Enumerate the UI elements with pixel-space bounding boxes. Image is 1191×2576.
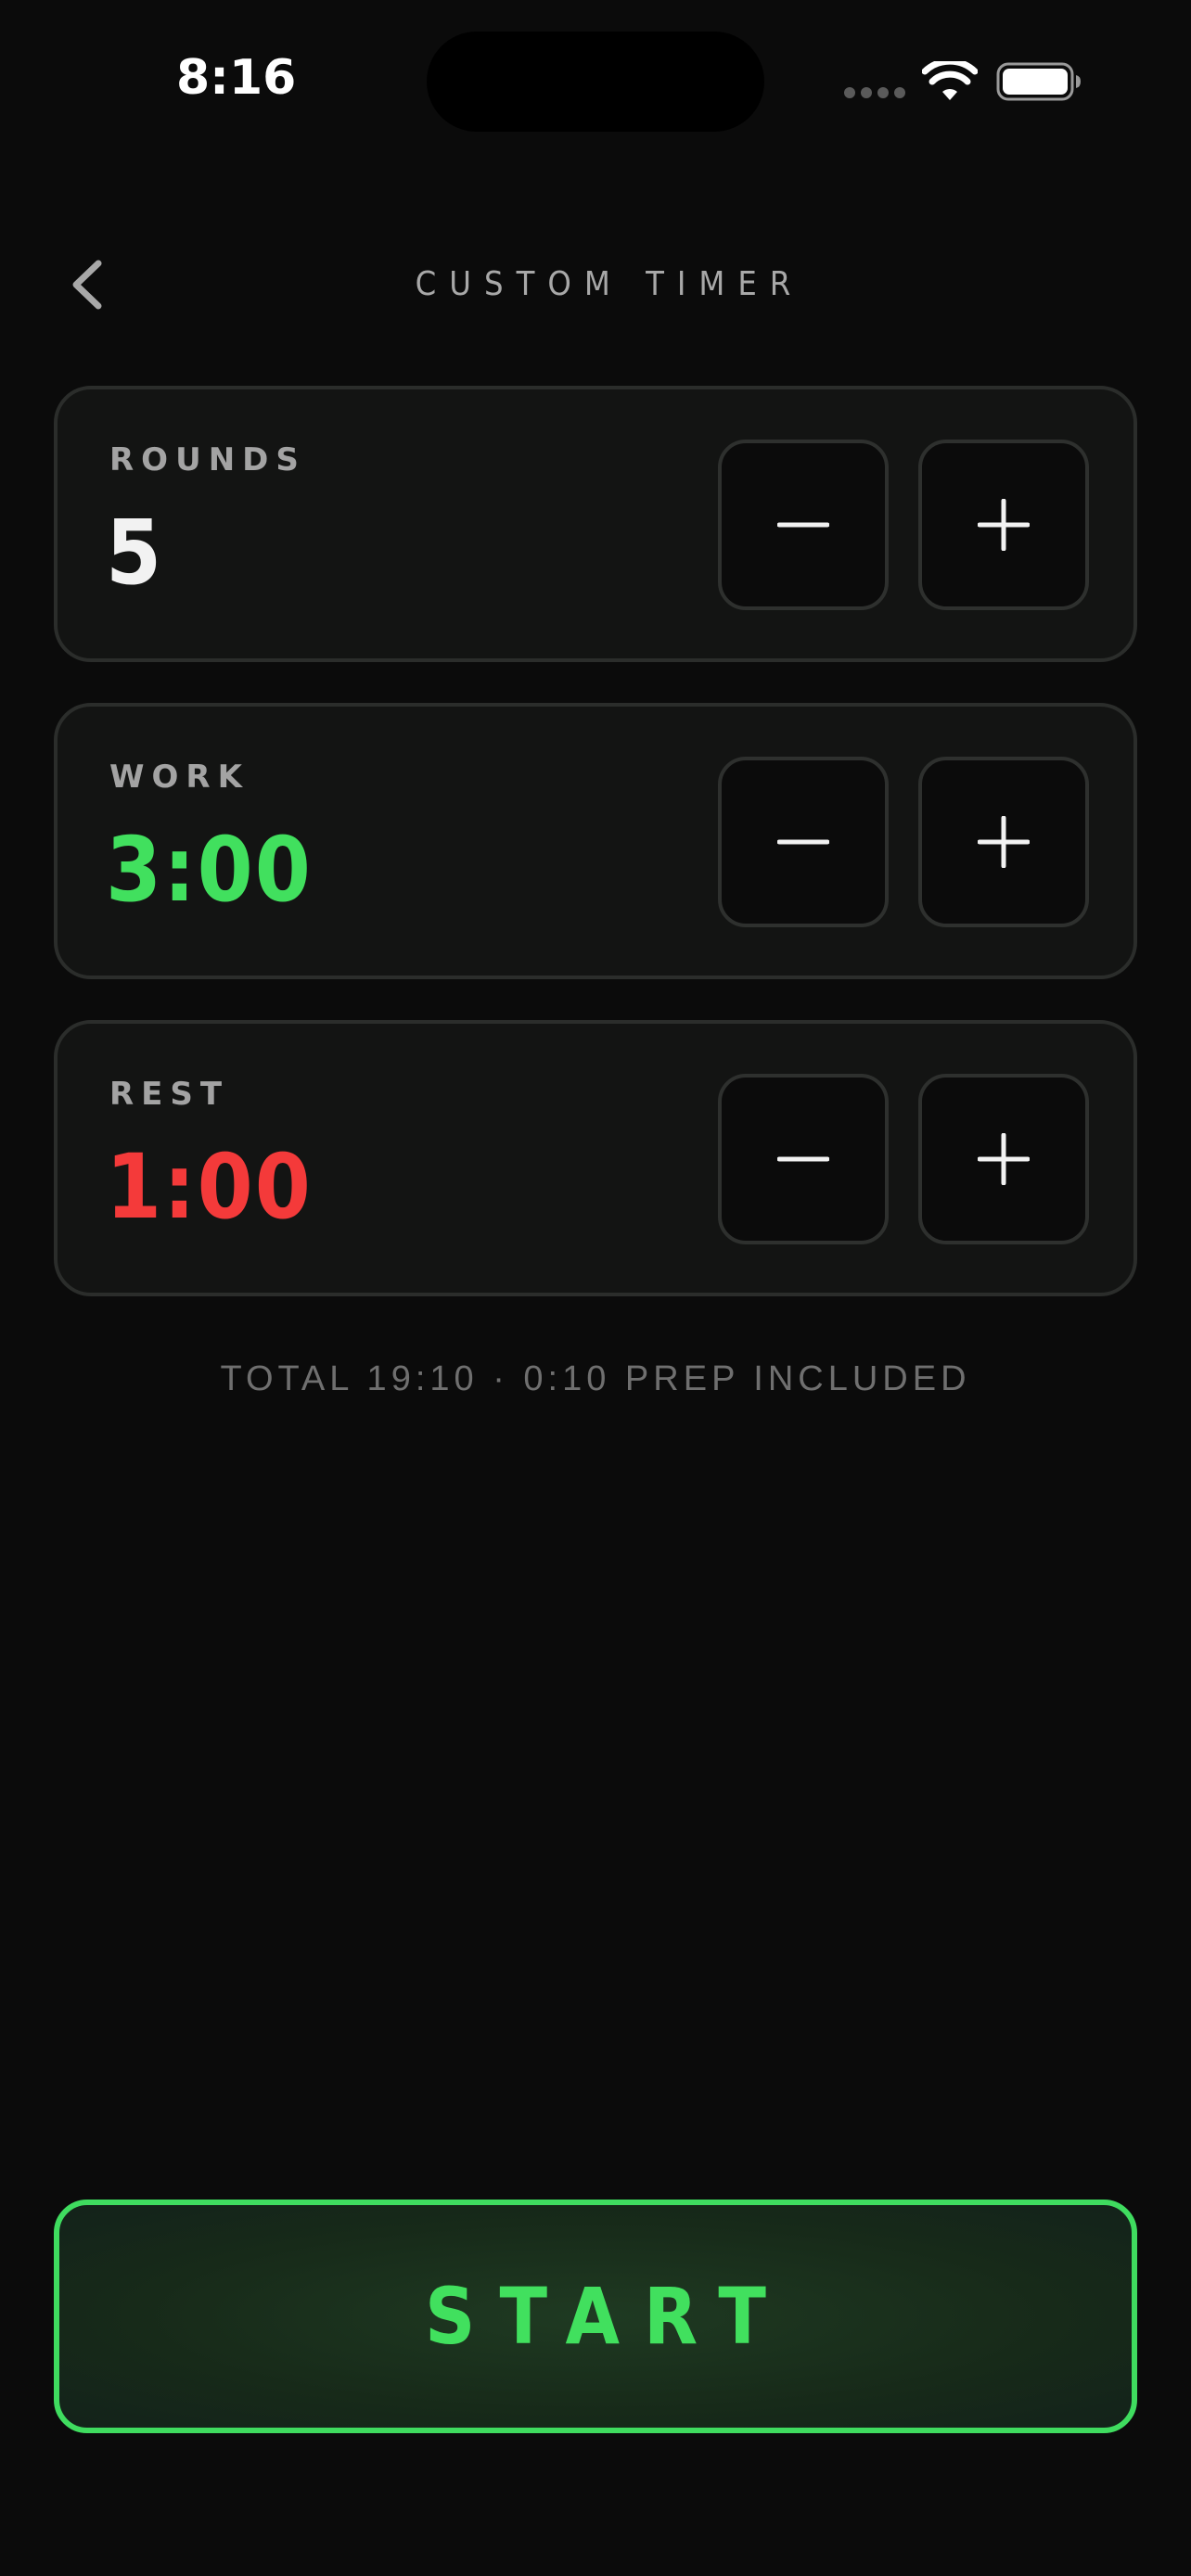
total-duration-text: TOTAL 19:10 · 0:10 PREP INCLUDED [220, 1359, 971, 1398]
plus-icon [978, 499, 1030, 551]
wifi-icon [922, 61, 978, 100]
rounds-card: ROUNDS 5 [54, 386, 1137, 662]
rest-increment-button[interactable] [918, 1074, 1089, 1244]
plus-icon [978, 816, 1030, 868]
page-title: CUSTOM TIMER [415, 265, 804, 303]
rest-value: 1:00 [106, 1135, 313, 1239]
cellular-signal-icon [844, 87, 905, 98]
minus-icon [777, 839, 829, 845]
rest-decrement-button[interactable] [718, 1074, 889, 1244]
work-label: WORK [109, 759, 250, 796]
minus-icon [777, 522, 829, 528]
work-decrement-button[interactable] [718, 757, 889, 927]
minus-icon [777, 1156, 829, 1162]
rest-card: REST 1:00 [54, 1020, 1137, 1296]
work-value: 3:00 [106, 818, 313, 922]
rounds-label: ROUNDS [109, 441, 306, 478]
work-card: WORK 3:00 [54, 703, 1137, 979]
start-button-label: START [425, 2271, 790, 2362]
battery-icon [996, 62, 1081, 101]
start-button[interactable]: START [54, 2200, 1137, 2433]
rounds-value: 5 [106, 501, 164, 605]
rounds-decrement-button[interactable] [718, 440, 889, 610]
rounds-increment-button[interactable] [918, 440, 1089, 610]
plus-icon [978, 1133, 1030, 1185]
work-increment-button[interactable] [918, 757, 1089, 927]
status-bar-time: 8:16 [176, 50, 297, 106]
rest-label: REST [109, 1076, 230, 1113]
dynamic-island [427, 32, 764, 132]
